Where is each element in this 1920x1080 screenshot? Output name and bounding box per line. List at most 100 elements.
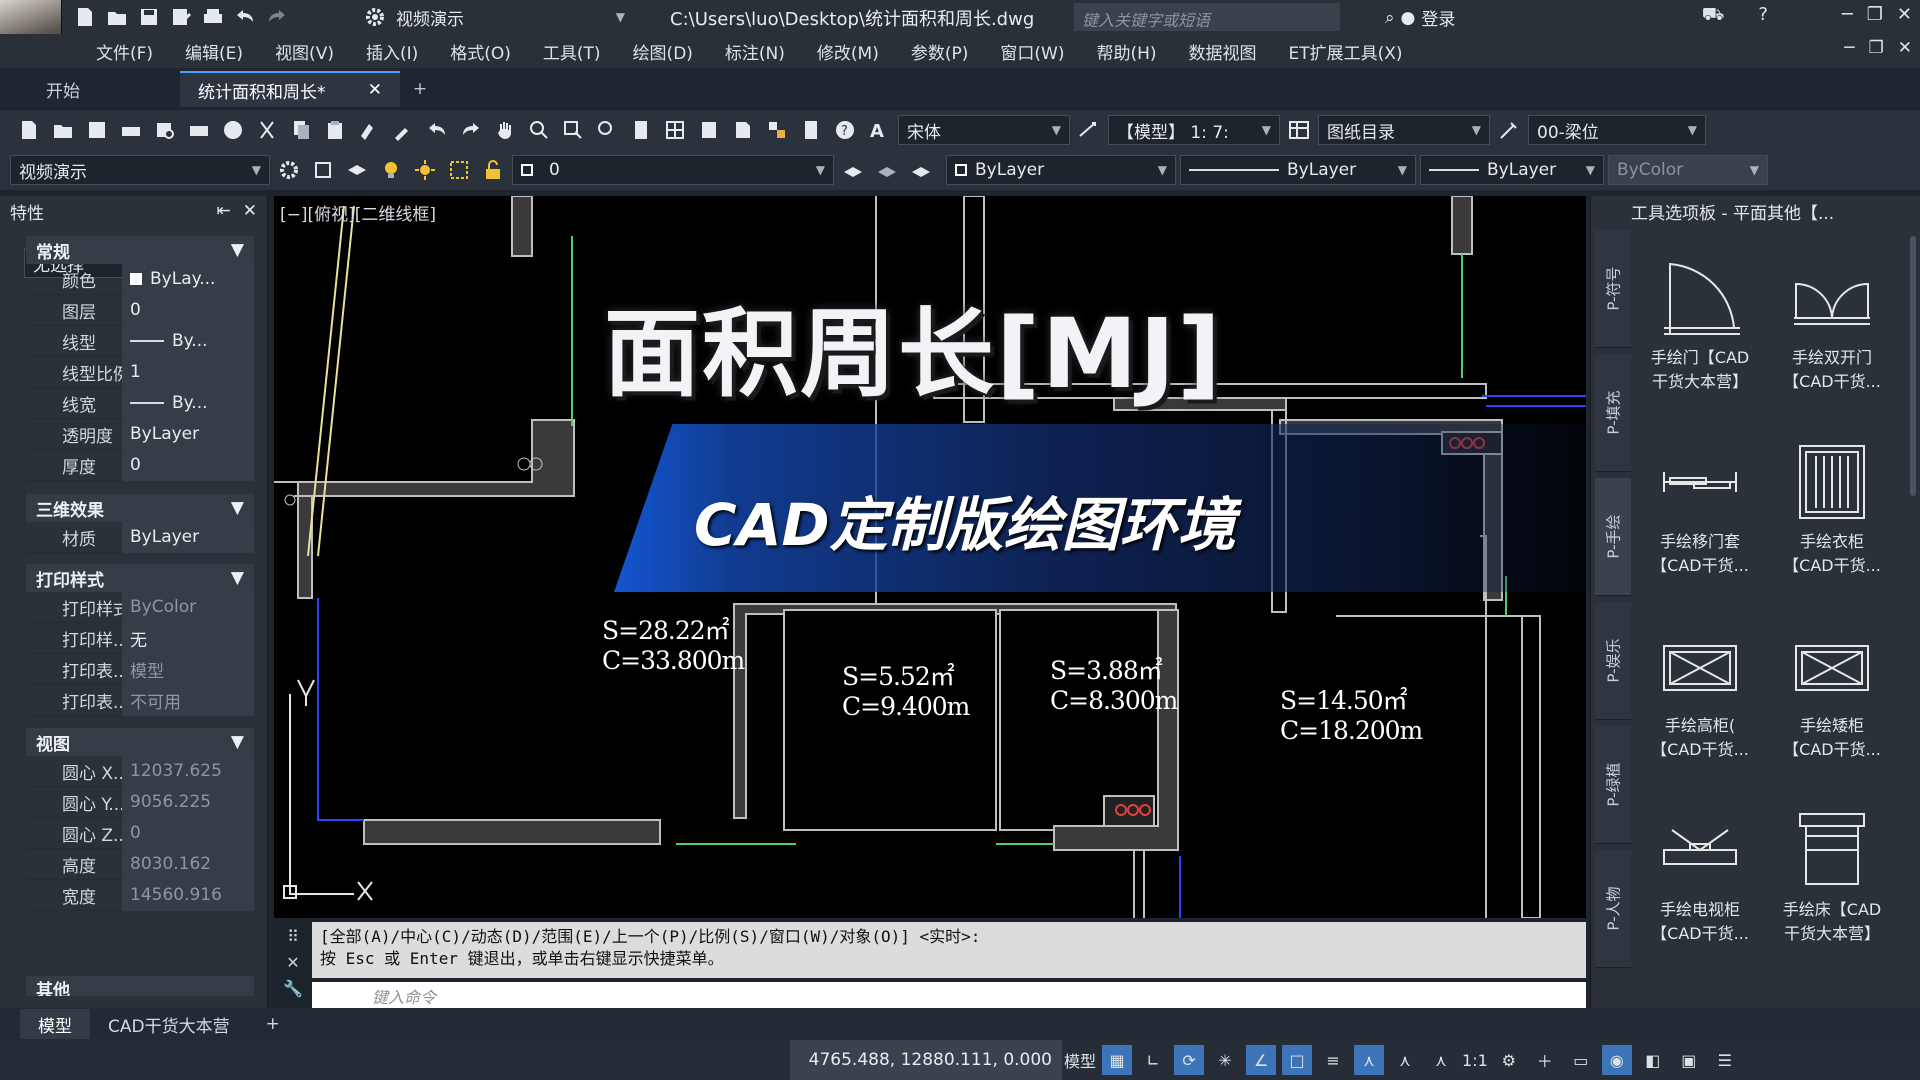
drawing-canvas[interactable]: [−][俯视][二维线框] 面积周长[MJ] CAD定制版绘图环境 S=28.2… <box>274 196 1586 918</box>
menu-express-tools[interactable]: ET扩展工具(X) <box>1273 39 1419 64</box>
cut-icon[interactable] <box>252 115 282 145</box>
text-style-select[interactable]: 宋体 ▼ <box>898 115 1070 145</box>
group-general[interactable]: 常规 ▼ <box>26 236 254 264</box>
lineweight-icon[interactable]: ≡ <box>1318 1045 1348 1075</box>
print-preview-icon[interactable] <box>150 115 180 145</box>
redo-icon[interactable] <box>262 2 292 32</box>
prop-value[interactable]: 1 <box>122 356 254 388</box>
new-file-icon[interactable] <box>14 115 44 145</box>
doc-minimize-button[interactable]: ─ <box>1844 38 1854 58</box>
menu-data-view[interactable]: 数据视图 <box>1173 39 1273 64</box>
table-style-select[interactable]: 图纸目录 ▼ <box>1318 115 1490 145</box>
undo-icon[interactable] <box>230 2 260 32</box>
menu-insert[interactable]: 插入(I) <box>350 39 434 64</box>
layer-states-icon[interactable] <box>906 155 936 185</box>
prop-row-material[interactable]: 材质 ByLayer <box>26 521 254 553</box>
multileader-style-icon[interactable] <box>1494 115 1524 145</box>
close-icon[interactable]: ✕ <box>278 950 308 976</box>
menu-modify[interactable]: 修改(M) <box>801 39 895 64</box>
save-icon[interactable] <box>82 115 112 145</box>
menu-window[interactable]: 窗口(W) <box>984 39 1080 64</box>
prop-row-color[interactable]: 颜色 ByLay... <box>26 263 254 295</box>
tool-palettes-icon[interactable] <box>694 115 724 145</box>
menu-dimension[interactable]: 标注(N) <box>709 39 801 64</box>
prop-value[interactable]: ByLay... <box>122 263 254 295</box>
auto-scale-icon[interactable]: ⋏ <box>1426 1045 1456 1075</box>
palette-item-double-door[interactable]: 手绘双开门 【CAD干货... <box>1767 258 1897 394</box>
vtab-symbols[interactable]: P-符号 <box>1595 230 1631 348</box>
customize-icon[interactable]: 🔧 <box>278 976 308 1002</box>
prop-value[interactable]: 无 <box>122 622 254 654</box>
model-space-button[interactable]: 模型 <box>1064 1048 1096 1072</box>
gear-icon[interactable]: ⚙ <box>1494 1045 1524 1075</box>
print-icon[interactable] <box>198 2 228 32</box>
dim-style-icon[interactable] <box>1074 115 1104 145</box>
add-layout-button[interactable]: + <box>248 1009 298 1039</box>
publish-icon[interactable] <box>218 115 248 145</box>
doc-restore-button[interactable]: ❐ <box>1869 38 1884 58</box>
hardware-acceleration-icon[interactable]: ◧ <box>1638 1045 1668 1075</box>
print-icon[interactable] <box>116 115 146 145</box>
lineweight-select[interactable]: ByLayer ▼ <box>1420 155 1604 185</box>
palette-item-wardrobe[interactable]: 手绘衣柜 【CAD干货... <box>1767 442 1897 578</box>
open-folder-icon[interactable] <box>102 2 132 32</box>
menu-edit[interactable]: 编辑(E) <box>169 39 259 64</box>
copy-icon[interactable] <box>286 115 316 145</box>
new-tab-button[interactable]: + <box>400 71 440 107</box>
object-snap-icon[interactable]: □ <box>1282 1045 1313 1075</box>
pan-hand-icon[interactable] <box>490 115 520 145</box>
menu-view[interactable]: 视图(V) <box>259 39 350 64</box>
color-select[interactable]: ByLayer ▼ <box>946 155 1176 185</box>
vtab-handdrawn[interactable]: P-手绘 <box>1595 478 1631 596</box>
zoom-previous-icon[interactable] <box>592 115 622 145</box>
search-input[interactable]: 键入关键字或短语 <box>1074 3 1340 31</box>
menu-help[interactable]: 帮助(H) <box>1080 39 1172 64</box>
grid-icon[interactable]: ▦ <box>1102 1045 1133 1075</box>
viewport-controls[interactable]: [−][俯视][二维线框] <box>280 200 436 225</box>
match-properties-icon[interactable] <box>354 115 384 145</box>
open-folder-icon[interactable] <box>48 115 78 145</box>
tab-start[interactable]: 开始 <box>0 71 180 107</box>
annotation-scale-select[interactable]: 【模型】 1: 7: ▼ <box>1108 115 1280 145</box>
palette-scrollbar[interactable] <box>1910 236 1916 496</box>
prop-value[interactable]: By... <box>122 325 254 357</box>
make-current-layer-icon[interactable] <box>838 155 868 185</box>
annotation-visibility-icon[interactable]: ⋏ <box>1390 1045 1420 1075</box>
prop-value[interactable]: By... <box>122 387 254 419</box>
layer-previous-icon[interactable] <box>872 155 902 185</box>
brush-icon[interactable] <box>388 115 418 145</box>
prop-row-linetype[interactable]: 线型 By... <box>26 325 254 357</box>
properties-icon[interactable] <box>626 115 656 145</box>
linetype-select[interactable]: ByLayer ▼ <box>1180 155 1416 185</box>
sheet-set-icon[interactable] <box>728 115 758 145</box>
palette-item-low-cabinet[interactable]: 手绘矮柜 【CAD干货... <box>1767 626 1897 762</box>
lightbulb-icon[interactable] <box>376 155 406 185</box>
menu-draw[interactable]: 绘图(D) <box>617 39 709 64</box>
markup-icon[interactable] <box>762 115 792 145</box>
close-icon[interactable]: ✕ <box>368 80 382 100</box>
doc-close-button[interactable]: ✕ <box>1898 38 1912 58</box>
minimize-button[interactable]: ─ <box>1842 4 1853 28</box>
group-misc[interactable]: 其他 <box>26 976 254 996</box>
workspace-select-2[interactable]: 视频演示 ▼ <box>10 155 270 185</box>
cart-icon[interactable]: ⛟ <box>1702 4 1725 28</box>
coordinates-readout[interactable]: 4765.488, 12880.111, 0.000 <box>790 1040 1062 1080</box>
menu-parametric[interactable]: 参数(P) <box>895 39 985 64</box>
snap-icon[interactable]: ∟ <box>1138 1045 1168 1075</box>
zoom-realtime-icon[interactable] <box>524 115 554 145</box>
sun-icon[interactable] <box>410 155 440 185</box>
group-3d[interactable]: 三维效果 ▼ <box>26 494 254 522</box>
annotation-monitor-icon[interactable]: ⋏ <box>1354 1045 1385 1075</box>
menu-format[interactable]: 格式(O) <box>434 39 527 64</box>
save-as-icon[interactable] <box>166 2 196 32</box>
tab-document[interactable]: 统计面积和周长* ✕ <box>180 71 400 107</box>
annotation-scale[interactable]: 1:1 <box>1462 1051 1488 1070</box>
viewport-freeze-icon[interactable] <box>444 155 474 185</box>
restore-button[interactable]: ❐ <box>1867 4 1883 28</box>
vtab-plants[interactable]: P-绿植 <box>1595 726 1631 844</box>
help-icon[interactable]: ? <box>1758 4 1768 28</box>
prop-value[interactable]: ByLayer <box>122 521 254 553</box>
layer-select[interactable]: 0 ▼ <box>512 155 834 185</box>
close-icon[interactable]: ✕ <box>243 201 257 221</box>
prop-row-transparency[interactable]: 透明度 ByLayer <box>26 418 254 450</box>
